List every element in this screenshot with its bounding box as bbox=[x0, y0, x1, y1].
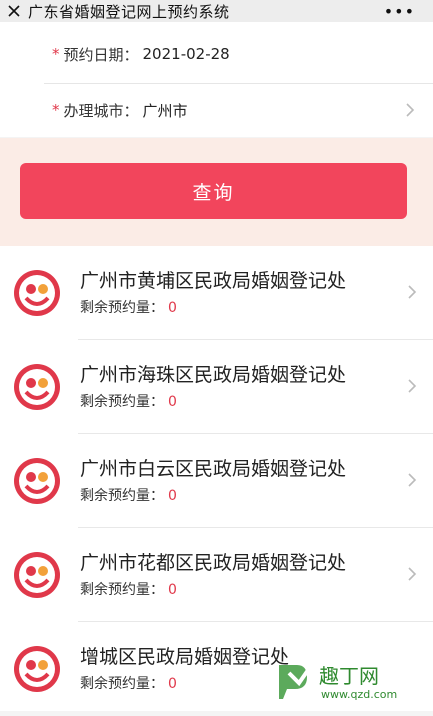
watermark-url: www.qzd.com bbox=[321, 688, 397, 701]
remaining-quota: 剩余预约量： 0 bbox=[80, 673, 177, 693]
office-name: 增城区民政局婚姻登记处 bbox=[80, 646, 290, 668]
date-value[interactable]: 2021-02-28 bbox=[143, 45, 230, 63]
list-item[interactable]: 广州市黄埔区民政局婚姻登记处 剩余预约量： 0 bbox=[0, 246, 433, 340]
date-row[interactable]: * 预约日期： 2021-02-28 bbox=[0, 28, 433, 80]
page-title: 广东省婚姻登记网上预约系统 bbox=[28, 2, 230, 21]
city-row[interactable]: * 办理城市： 广州市 bbox=[0, 84, 433, 136]
chevron-right-icon bbox=[408, 379, 417, 393]
required-mark: * bbox=[52, 45, 60, 63]
list-item[interactable]: 广州市白云区民政局婚姻登记处 剩余预约量： 0 bbox=[0, 434, 433, 528]
date-label: 预约日期： bbox=[63, 45, 139, 64]
list-item[interactable]: 广州市海珠区民政局婚姻登记处 剩余预约量： 0 bbox=[0, 340, 433, 434]
list-item[interactable]: 广州市花都区民政局婚姻登记处 剩余预约量： 0 bbox=[0, 528, 433, 622]
marriage-registry-logo-icon bbox=[14, 552, 60, 598]
remaining-count: 0 bbox=[168, 676, 177, 692]
remaining-quota: 剩余预约量： 0 bbox=[80, 297, 177, 317]
watermark-logo-icon bbox=[279, 661, 315, 699]
office-name: 广州市海珠区民政局婚姻登记处 bbox=[80, 364, 347, 386]
office-name: 广州市白云区民政局婚姻登记处 bbox=[80, 458, 347, 480]
chevron-right-icon bbox=[408, 567, 417, 581]
city-value[interactable]: 广州市 bbox=[143, 100, 188, 121]
remaining-count: 0 bbox=[168, 488, 177, 504]
required-mark: * bbox=[52, 101, 60, 119]
chevron-right-icon bbox=[408, 473, 417, 487]
remaining-count: 0 bbox=[168, 582, 177, 598]
close-icon bbox=[8, 5, 20, 17]
office-name: 广州市花都区民政局婚姻登记处 bbox=[80, 552, 347, 574]
watermark-brand: 趣丁网 bbox=[319, 664, 379, 688]
chevron-right-icon bbox=[406, 103, 415, 117]
marriage-registry-logo-icon bbox=[14, 646, 60, 692]
close-button[interactable] bbox=[0, 4, 28, 18]
remaining-label: 剩余预约量： bbox=[80, 300, 164, 316]
remaining-quota: 剩余预约量： 0 bbox=[80, 579, 177, 599]
office-name: 广州市黄埔区民政局婚姻登记处 bbox=[80, 270, 347, 292]
query-button[interactable]: 查询 bbox=[20, 163, 407, 219]
remaining-label: 剩余预约量： bbox=[80, 488, 164, 504]
site-watermark: 趣丁网 www.qzd.com bbox=[279, 661, 397, 701]
chevron-right-icon bbox=[408, 285, 417, 299]
title-bar: 广东省婚姻登记网上预约系统 ••• bbox=[0, 0, 433, 22]
remaining-count: 0 bbox=[168, 394, 177, 410]
remaining-label: 剩余预约量： bbox=[80, 676, 164, 692]
remaining-label: 剩余预约量： bbox=[80, 394, 164, 410]
marriage-registry-logo-icon bbox=[14, 364, 60, 410]
marriage-registry-logo-icon bbox=[14, 270, 60, 316]
appointment-form: * 预约日期： 2021-02-28 * 办理城市： 广州市 bbox=[0, 22, 433, 137]
office-list: 广州市黄埔区民政局婚姻登记处 剩余预约量： 0 广州市海珠区民政局婚姻登记处 剩余… bbox=[0, 246, 433, 711]
remaining-quota: 剩余预约量： 0 bbox=[80, 485, 177, 505]
remaining-quota: 剩余预约量： 0 bbox=[80, 391, 177, 411]
more-menu-button[interactable]: ••• bbox=[384, 2, 415, 21]
remaining-count: 0 bbox=[168, 300, 177, 316]
marriage-registry-logo-icon bbox=[14, 458, 60, 504]
city-label: 办理城市： bbox=[63, 101, 139, 120]
remaining-label: 剩余预约量： bbox=[80, 582, 164, 598]
